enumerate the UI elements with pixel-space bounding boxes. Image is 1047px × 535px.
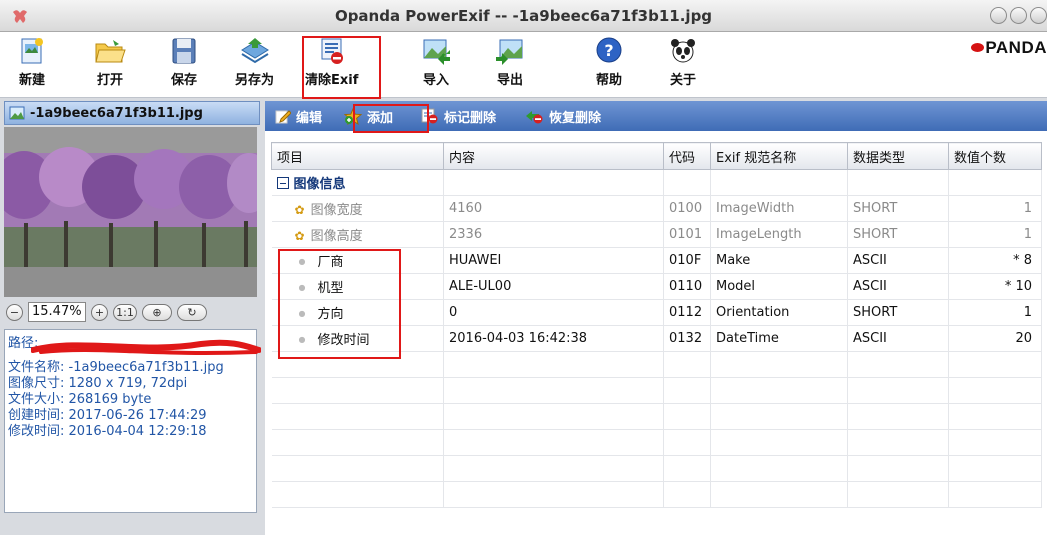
restore-delete-button[interactable]: 恢复删除 xyxy=(524,107,601,126)
help-question-icon: ? xyxy=(596,37,622,63)
column-header-type[interactable]: 数据类型 xyxy=(847,142,949,170)
svg-text:?: ? xyxy=(604,41,613,60)
file-size: 文件大小: 268169 byte xyxy=(8,392,152,407)
redaction-scribble xyxy=(31,339,261,355)
window-title: Opanda PowerExif -- -1a9beec6a71f3b11.jp… xyxy=(334,7,713,25)
column-header-item[interactable]: 项目 xyxy=(271,142,444,170)
gear-bullet-icon: ✿ xyxy=(294,229,305,243)
new-button[interactable]: 新建 xyxy=(18,36,46,88)
group-label: 图像信息 xyxy=(293,177,346,192)
close-button[interactable] xyxy=(1030,7,1047,24)
title-bar: Opanda PowerExif -- -1a9beec6a71f3b11.jp… xyxy=(0,0,1047,32)
about-button[interactable]: 关于 xyxy=(668,36,698,88)
save-as-icon xyxy=(240,38,269,64)
open-folder-icon xyxy=(95,40,126,63)
table-row[interactable]: ✿ 图像宽度 4160 0100 ImageWidth SHORT 1 xyxy=(271,195,1042,222)
file-name: 文件名称: -1a9beec6a71f3b11.jpg xyxy=(8,360,224,375)
column-header-code[interactable]: 代码 xyxy=(663,142,711,170)
save-disk-icon xyxy=(172,38,196,64)
thumbnail-image xyxy=(0,127,271,297)
clear-exif-highlight xyxy=(302,36,381,99)
image-dimensions: 图像尺寸: 1280 x 719, 72dpi xyxy=(8,376,188,391)
rotate-button[interactable]: ↻ xyxy=(177,303,207,321)
maximize-button[interactable] xyxy=(1010,7,1027,24)
edit-button[interactable]: 编辑 xyxy=(275,107,322,126)
zoom-value[interactable]: 15.47% xyxy=(28,302,86,322)
minimize-button[interactable] xyxy=(990,7,1007,24)
logo-dot-icon xyxy=(971,43,985,52)
empty-row xyxy=(271,429,1042,456)
right-panel: 编辑 添加 标记删除 恢复删除 项目 内容 代码 Exif 规范名称 数据类型 … xyxy=(265,101,1047,535)
column-header-count[interactable]: 数值个数 xyxy=(948,142,1042,170)
image-thumbnail[interactable] xyxy=(0,127,271,297)
add-button-highlight xyxy=(353,104,429,133)
export-button[interactable]: 导出 xyxy=(494,36,526,88)
zoom-in-button[interactable]: + xyxy=(91,303,108,321)
new-file-icon xyxy=(21,38,43,64)
empty-row xyxy=(271,403,1042,430)
column-header-content[interactable]: 内容 xyxy=(443,142,664,170)
edit-pencil-icon xyxy=(275,110,291,124)
empty-row xyxy=(271,455,1042,482)
mark-delete-button[interactable]: 标记删除 xyxy=(421,107,496,126)
zoom-out-button[interactable]: − xyxy=(6,303,23,321)
export-image-icon xyxy=(496,39,523,65)
actual-size-button[interactable]: 1:1 xyxy=(113,303,137,321)
import-button[interactable]: 导入 xyxy=(420,36,452,88)
main-toolbar: 新建 打开 保存 另存为 清除Exif 导入 导出 ? 帮助 关于 PANDA xyxy=(0,32,1047,99)
panda-icon xyxy=(671,39,695,63)
column-header-exif-name[interactable]: Exif 规范名称 xyxy=(710,142,848,170)
save-as-button[interactable]: 另存为 xyxy=(235,36,274,88)
group-row-image-info[interactable]: 图像信息 xyxy=(271,169,1042,196)
window-controls xyxy=(990,7,1047,24)
rows-highlight xyxy=(278,249,401,359)
file-info-box: 路径: 文件名称: -1a9beec6a71f3b11.jpg 图像尺寸: 12… xyxy=(4,329,261,513)
exif-table: 项目 内容 代码 Exif 规范名称 数据类型 数值个数 图像信息 ✿ 图像宽度 … xyxy=(271,142,1042,508)
file-header: -1a9beec6a71f3b11.jpg xyxy=(4,101,260,125)
table-row[interactable]: ✿ 图像高度 2336 0101 ImageLength SHORT 1 xyxy=(271,221,1042,248)
table-header: 项目 内容 代码 Exif 规范名称 数据类型 数值个数 xyxy=(271,142,1042,170)
help-button[interactable]: ? 帮助 xyxy=(594,36,624,88)
modified-time: 修改时间: 2016-04-04 12:29:18 xyxy=(8,424,207,439)
import-image-icon xyxy=(423,39,450,65)
empty-row xyxy=(271,481,1042,508)
open-button[interactable]: 打开 xyxy=(93,36,127,88)
collapse-icon[interactable] xyxy=(276,177,289,189)
created-time: 创建时间: 2017-06-26 17:44:29 xyxy=(8,408,207,423)
save-button[interactable]: 保存 xyxy=(170,36,198,88)
restore-delete-icon xyxy=(526,111,543,124)
gear-bullet-icon: ✿ xyxy=(294,203,305,217)
zoom-bar: − 15.47% + 1:1 ⊕ ↻ xyxy=(4,297,260,327)
opanda-logo: PANDA xyxy=(971,38,1047,58)
image-file-icon xyxy=(9,106,25,120)
empty-row xyxy=(271,377,1042,404)
left-panel: -1a9beec6a71f3b11.jpg − 15.47% + 1:1 ⊕ ↻… xyxy=(0,101,271,535)
fit-window-button[interactable]: ⊕ xyxy=(142,303,172,321)
